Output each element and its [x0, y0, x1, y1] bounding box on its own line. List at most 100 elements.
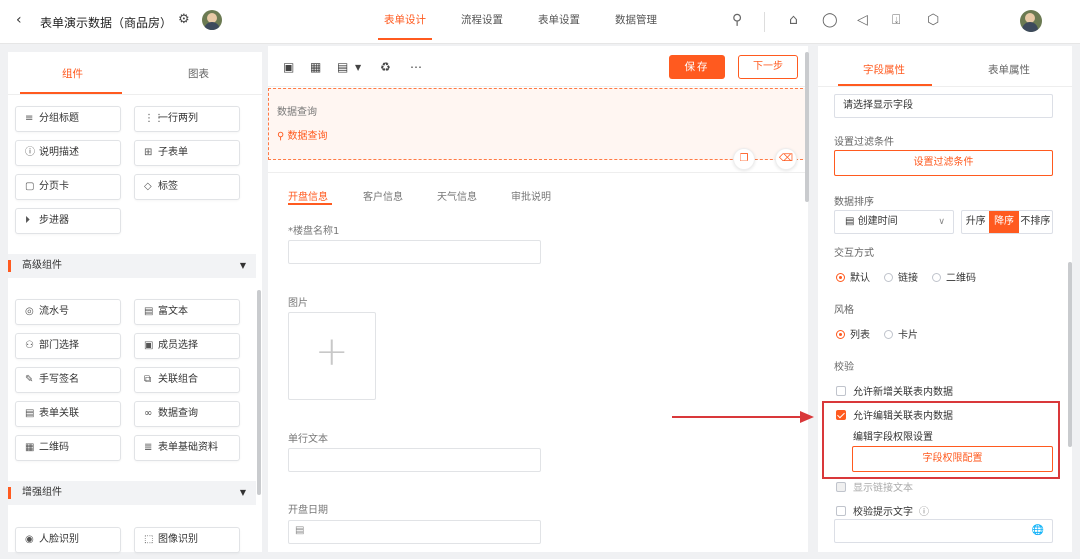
form-tab-customer[interactable]: 客户信息 [363, 188, 403, 203]
save-button[interactable]: 保存 [669, 55, 725, 79]
face-scan-icon: ◉ [25, 534, 34, 545]
left-scrollbar[interactable] [257, 290, 261, 495]
shirt-icon[interactable]: ◯ [822, 12, 838, 28]
form-tab-weather[interactable]: 天气信息 [437, 188, 477, 203]
home-icon[interactable]: ⌂ [789, 12, 798, 28]
sort-none-button[interactable]: 不排序 [1019, 211, 1052, 233]
image-upload[interactable]: + [288, 312, 376, 400]
annotation-arrowhead [800, 411, 814, 423]
open-date-input[interactable]: ▤ [288, 520, 541, 544]
component-label: 表单基础资料 [158, 442, 218, 453]
component-stepper[interactable]: ⏵ 步进器 [15, 208, 121, 234]
gear-icon[interactable]: ⚙ [178, 12, 190, 27]
tab-components[interactable]: 组件 [62, 66, 83, 81]
component-two-columns[interactable]: ⋮⋮一行两列 [134, 106, 240, 132]
component-description[interactable]: ⓘ 说明描述 [15, 140, 121, 166]
avatar[interactable] [202, 10, 222, 30]
rich-text-icon: ▤ [144, 306, 154, 317]
component-label: 手写签名 [39, 374, 79, 385]
list-icon[interactable]: ▤ [337, 60, 348, 74]
globe-icon[interactable]: 🌐 [1032, 520, 1044, 542]
checkbox-box [836, 506, 846, 516]
component-group-title[interactable]: ≡ 分组标题 [15, 106, 121, 132]
copy-icon[interactable]: ❐ [733, 148, 755, 170]
component-page-card[interactable]: ▢ 分页卡 [15, 174, 121, 200]
component-label: 一行两列 [158, 113, 198, 124]
annotation-arrow [672, 416, 802, 418]
more-icon[interactable]: ⋯ [410, 60, 422, 74]
chevron-left-icon[interactable]: ‹ [16, 12, 22, 28]
form-tab-approval[interactable]: 审批说明 [511, 188, 551, 203]
component-rich-text[interactable]: ▤ 富文本 [134, 299, 240, 325]
component-label: 分页卡 [39, 181, 69, 192]
component-member-select[interactable]: ▣ 成员选择 [134, 333, 240, 359]
field-label-image: 图片 [288, 298, 308, 309]
tab-flow-settings[interactable]: 流程设置 [461, 0, 503, 44]
field-label: 数据查询 [277, 107, 317, 118]
component-department-select[interactable]: ⚇ 部门选择 [15, 333, 121, 359]
radio-link[interactable]: 链接 [884, 269, 918, 284]
section-advanced-components[interactable]: 高级组件 ▼ [8, 254, 256, 278]
clear-icon[interactable]: ♻ [380, 60, 391, 74]
preview-icon[interactable]: ▣ [283, 60, 294, 74]
search-icon[interactable]: ⚲ [732, 12, 742, 28]
divider [764, 12, 765, 32]
page-title: 表单演示数据（商品房） [40, 16, 173, 30]
hint-text-input[interactable]: 🌐 [834, 519, 1053, 543]
list-icon: ≣ [144, 442, 153, 453]
set-filter-button[interactable]: 设置过滤条件 [834, 150, 1053, 176]
checkbox-label: 校验提示文字 [853, 507, 913, 518]
field-value[interactable]: ⚲ 数据查询 [277, 127, 328, 142]
tab-data-management[interactable]: 数据管理 [615, 0, 657, 44]
tab-form-design[interactable]: 表单设计 [378, 0, 432, 44]
section-enhanced-components[interactable]: 增强组件 ▼ [8, 481, 256, 505]
component-image-recognition[interactable]: ⬚ 图像识别 [134, 527, 240, 553]
radio-card[interactable]: 卡片 [884, 326, 918, 341]
download-icon[interactable]: ⍗ [892, 12, 900, 28]
tab-form-settings[interactable]: 表单设置 [538, 0, 580, 44]
delete-icon[interactable]: ⌫ [775, 148, 797, 170]
component-data-query[interactable]: ∞ 数据查询 [134, 401, 240, 427]
tab-underline [288, 203, 332, 205]
display-field-select[interactable]: 请选择显示字段 [834, 94, 1053, 118]
component-form-link[interactable]: ▤ 表单关联 [15, 401, 121, 427]
megaphone-icon[interactable]: ◁ [857, 12, 868, 28]
selected-field-data-query[interactable]: 数据查询 ⚲ 数据查询 [268, 88, 808, 160]
radio-label: 默认 [850, 273, 870, 284]
component-serial-number[interactable]: ◎ 流水号 [15, 299, 121, 325]
component-subform[interactable]: ⊞ 子表单 [134, 140, 240, 166]
radio-list[interactable]: 列表 [836, 326, 870, 341]
checkbox-allow-edit[interactable]: 允许编辑关联表内数据 [836, 407, 953, 422]
component-label: 部门选择 [39, 340, 79, 351]
building-name-input[interactable] [288, 240, 541, 264]
component-qrcode[interactable]: ▦ 二维码 [15, 435, 121, 461]
layout-icon[interactable]: ▦ [310, 60, 321, 74]
radio-qrcode[interactable]: 二维码 [932, 269, 976, 284]
checkbox-hint-text[interactable]: 校验提示文字 ⓘ [836, 503, 929, 518]
sort-field-select[interactable]: ▤ 创建时间 ∨ [834, 210, 954, 234]
tab-field-properties[interactable]: 字段属性 [863, 62, 905, 77]
caret-down-icon[interactable]: ▼ [355, 63, 361, 72]
component-label: 子表单 [158, 147, 188, 158]
tab-form-properties[interactable]: 表单属性 [988, 62, 1030, 77]
checkbox-allow-add[interactable]: 允许新增关联表内数据 [836, 383, 953, 398]
form-tab-opening[interactable]: 开盘信息 [288, 188, 328, 203]
info-icon[interactable]: ⓘ [919, 507, 929, 518]
component-tag[interactable]: ◇ 标签 [134, 174, 240, 200]
user-avatar[interactable] [1020, 10, 1042, 32]
next-step-button[interactable]: 下一步 [738, 55, 798, 79]
single-text-input[interactable] [288, 448, 541, 472]
radio-default[interactable]: 默认 [836, 269, 870, 284]
component-related-group[interactable]: ⧉ 关联组合 [134, 367, 240, 393]
right-scrollbar[interactable] [1068, 262, 1072, 447]
center-scrollbar[interactable] [805, 52, 809, 202]
component-face-recognition[interactable]: ◉ 人脸识别 [15, 527, 121, 553]
checkbox-show-link[interactable]: 显示链接文本 [836, 479, 913, 494]
component-basic-data[interactable]: ≣ 表单基础资料 [134, 435, 240, 461]
component-signature[interactable]: ✎ 手写签名 [15, 367, 121, 393]
field-permission-button[interactable]: 字段权限配置 [852, 446, 1053, 472]
sort-desc-button[interactable]: 降序 [989, 211, 1019, 233]
tab-charts[interactable]: 图表 [188, 66, 209, 81]
hexagon-settings-icon[interactable]: ⬡ [927, 12, 939, 28]
sort-asc-button[interactable]: 升序 [962, 211, 989, 233]
